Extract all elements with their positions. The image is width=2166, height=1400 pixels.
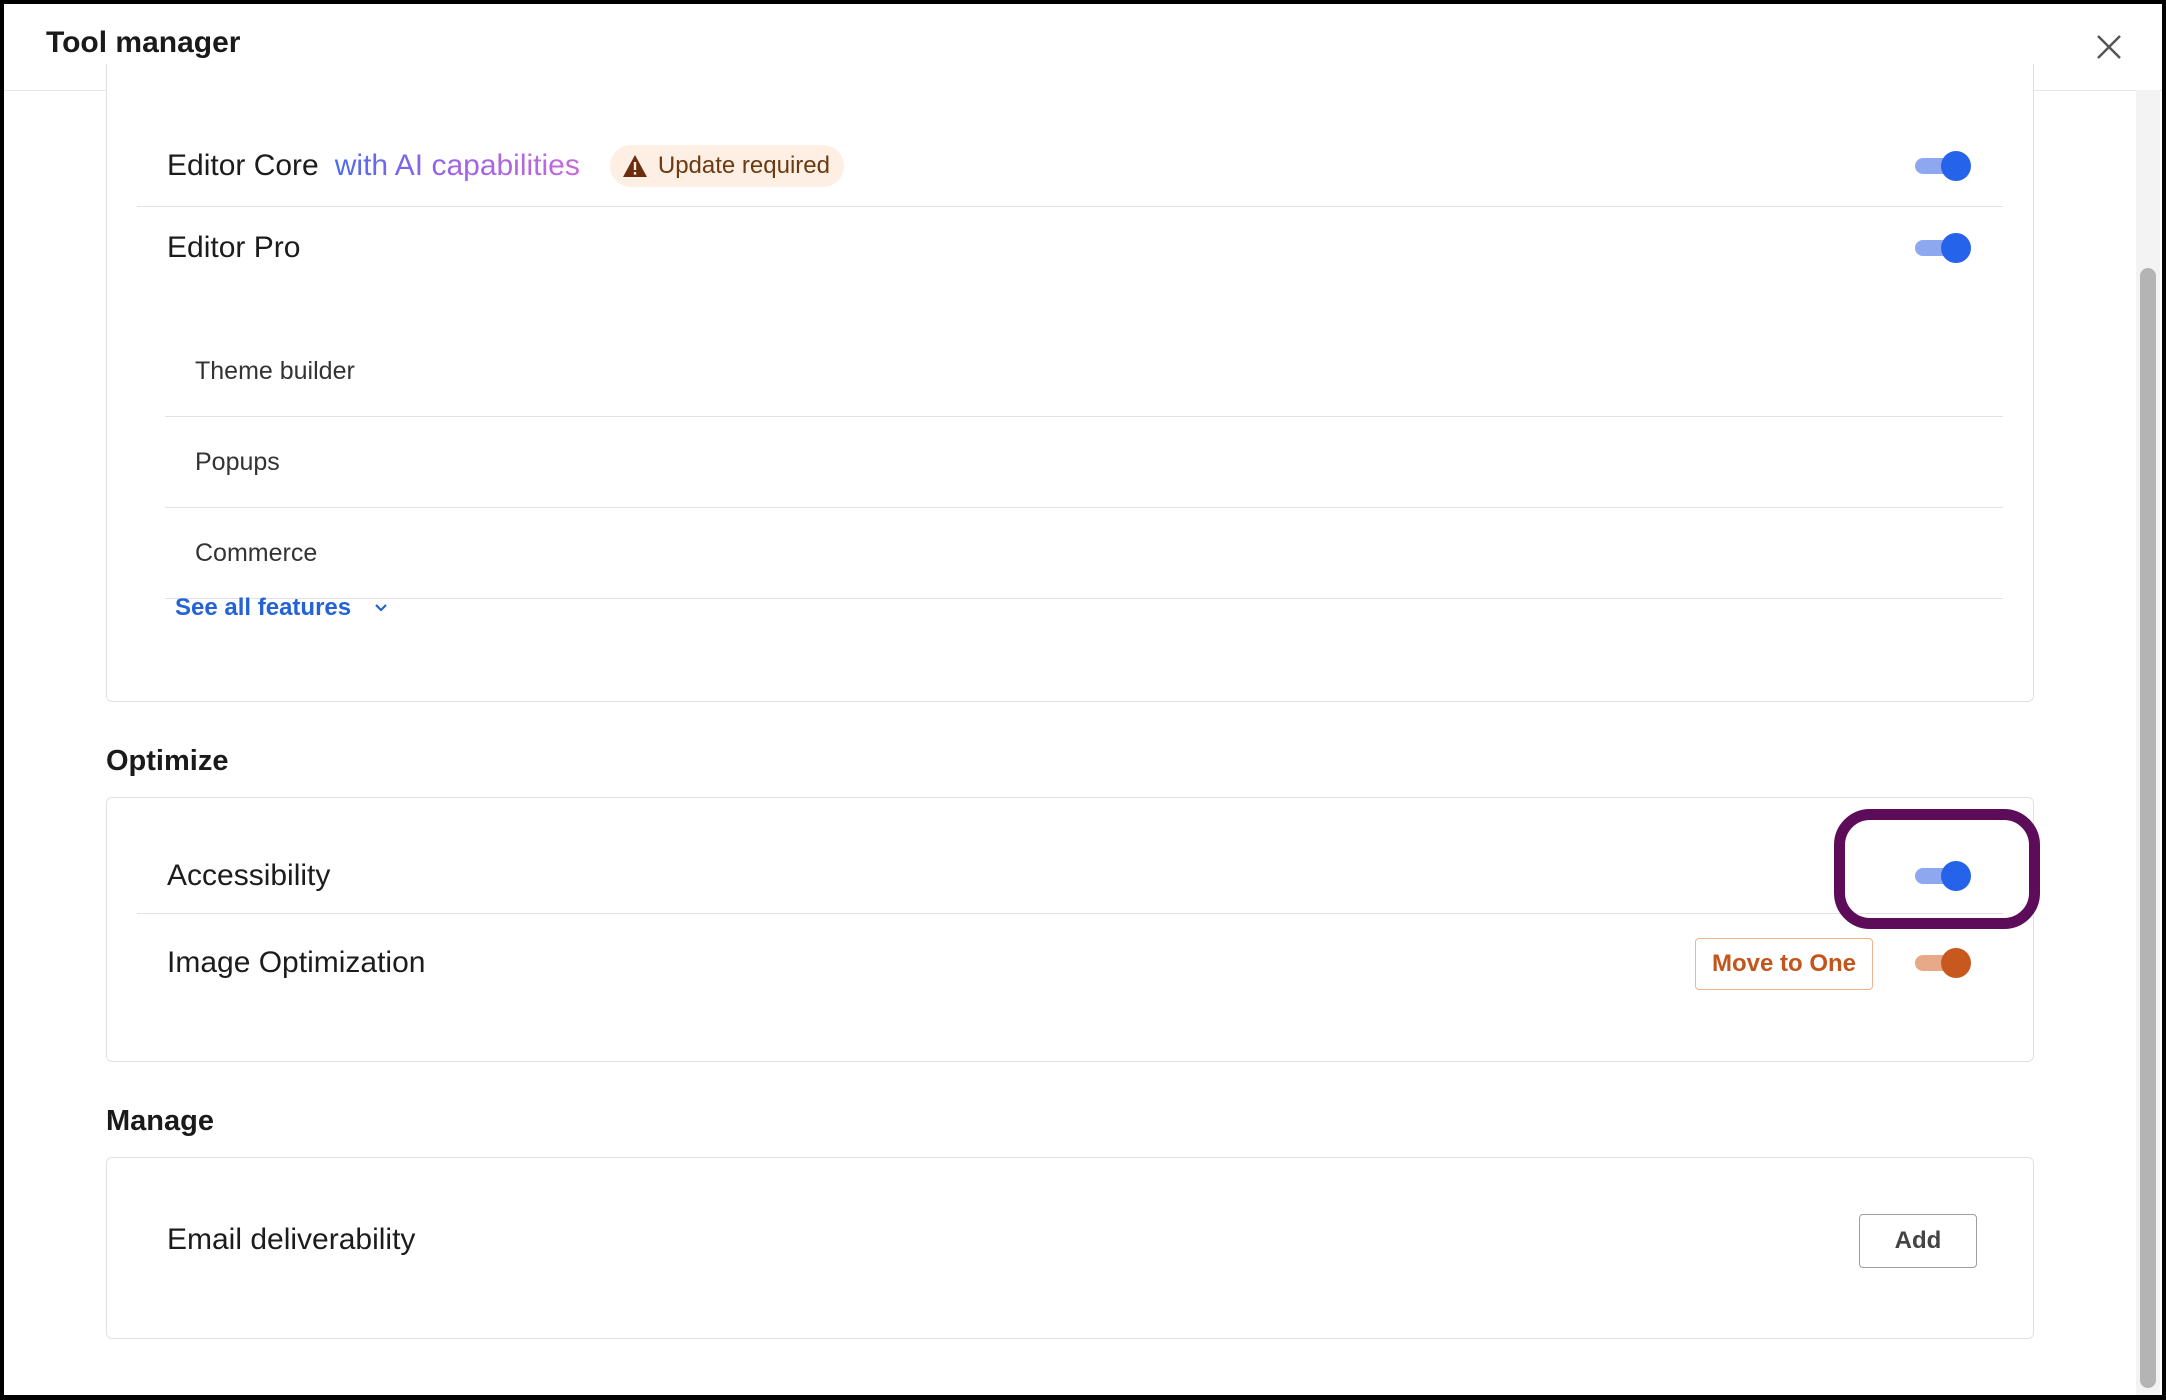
warning-icon	[622, 155, 647, 177]
image-optimization-label: Image Optimization	[167, 946, 426, 979]
feature-label: Theme builder	[195, 356, 355, 385]
accessibility-toggle[interactable]	[1915, 856, 1971, 896]
manage-card: Email deliverability Add	[106, 1157, 2034, 1339]
editor-pro-toggle[interactable]	[1915, 228, 1971, 268]
manage-heading: Manage	[106, 1105, 214, 1137]
feature-popups: Popups	[165, 417, 2003, 508]
update-required-badge: Update required	[609, 145, 844, 187]
badge-text: Update required	[657, 152, 830, 179]
ai-capabilities-label: with AI capabilities	[334, 149, 580, 182]
image-optimization-row: Image Optimization Move to One	[137, 938, 2003, 990]
optimize-card: Accessibility Image Optimization Move to…	[106, 797, 2034, 1062]
dialog-title: Tool manager	[46, 26, 241, 59]
accessibility-row: Accessibility	[137, 838, 2003, 914]
toggle-knob	[1941, 861, 1971, 891]
toggle-knob	[1941, 948, 1971, 978]
toggle-knob	[1941, 151, 1971, 181]
scrollbar-thumb[interactable]	[2140, 268, 2156, 1388]
editor-core-toggle[interactable]	[1915, 146, 1971, 186]
see-all-features-link[interactable]: See all features	[175, 594, 389, 622]
feature-commerce: Commerce	[165, 508, 2003, 599]
editor-core-label: Editor Core	[167, 149, 319, 182]
close-icon	[2097, 35, 2121, 59]
editor-pro-row: Editor Pro	[137, 206, 2003, 290]
tool-manager-dialog: Tool manager Editor Core with AI capabil…	[0, 0, 2166, 1400]
optimize-heading: Optimize	[106, 745, 229, 777]
add-button[interactable]: Add	[1859, 1214, 1977, 1268]
editor-pro-label: Editor Pro	[167, 231, 301, 264]
feature-label: Commerce	[195, 538, 318, 567]
email-deliverability-label: Email deliverability	[167, 1223, 416, 1256]
editor-core-row: Editor Core with AI capabilities Update …	[137, 126, 2003, 207]
see-all-label: See all features	[175, 594, 352, 621]
close-button[interactable]	[2090, 28, 2128, 66]
feature-label: Popups	[195, 447, 280, 476]
plugins-card: Editor Core with AI capabilities Update …	[106, 64, 2034, 702]
email-deliverability-row: Email deliverability	[137, 1214, 2003, 1266]
toggle-knob	[1941, 233, 1971, 263]
feature-theme-builder: Theme builder	[165, 326, 2003, 417]
image-optimization-toggle[interactable]	[1915, 943, 1971, 983]
move-to-one-button[interactable]: Move to One	[1694, 938, 1873, 990]
chevron-down-icon	[375, 604, 387, 612]
accessibility-label: Accessibility	[167, 858, 331, 892]
